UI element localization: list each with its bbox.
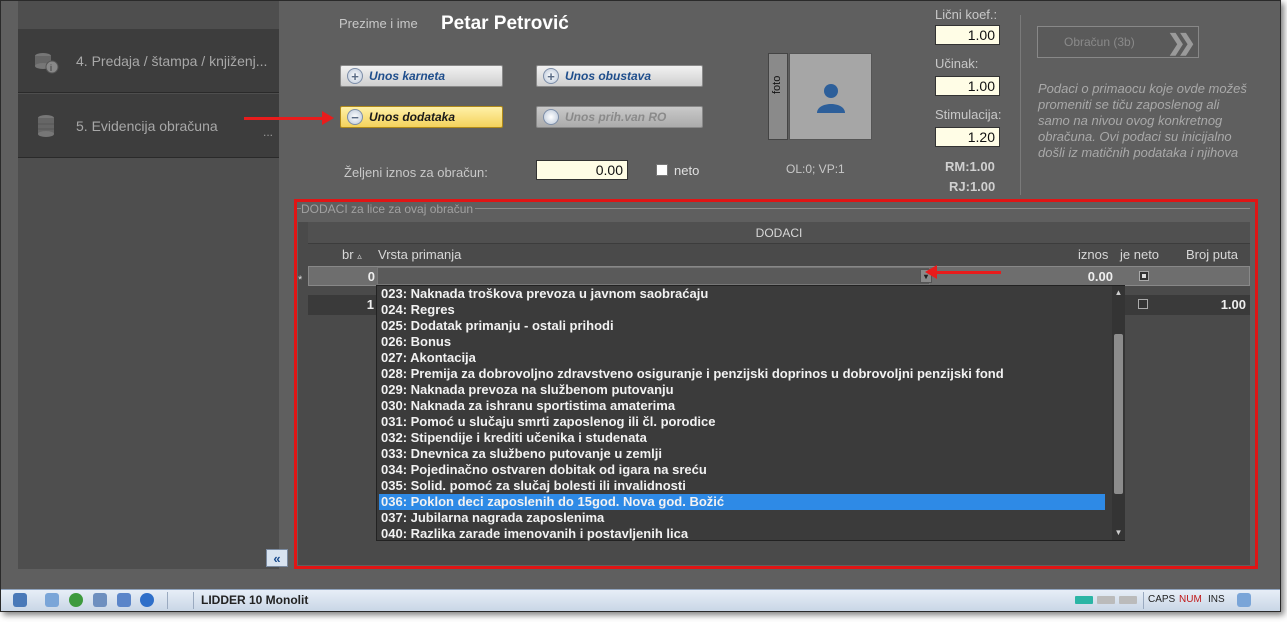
employee-name: Petar Petrović: [441, 13, 569, 34]
plus-icon: +: [543, 68, 559, 84]
double-chevron-right-icon: ❯❯: [1167, 30, 1196, 55]
unos-obustava-button[interactable]: + Unos obustava: [536, 65, 703, 87]
network-icon[interactable]: [13, 593, 27, 607]
num-indicator: NUM: [1179, 594, 1202, 605]
plus-icon: +: [347, 68, 363, 84]
indicator-bar-icon: [1119, 596, 1137, 604]
user-silhouette-icon: [816, 83, 845, 113]
window-icon[interactable]: [45, 593, 59, 607]
check-icon[interactable]: [117, 593, 131, 607]
indicator-bar-icon: [1097, 596, 1115, 604]
ins-indicator: INS: [1208, 594, 1225, 605]
double-chevron-left-icon: «: [273, 550, 281, 566]
ucinak-label: Učinak:: [935, 56, 979, 71]
ucinak-input[interactable]: 1.00: [935, 76, 1000, 96]
keyboard-icon[interactable]: [1237, 593, 1251, 607]
globe-icon[interactable]: [69, 593, 83, 607]
vertical-divider: [1020, 15, 1021, 195]
sidebar-item-more: ...: [262, 125, 273, 139]
neto-checkbox[interactable]: [656, 164, 668, 176]
sidebar-item-predaja[interactable]: i 4. Predaja / štampa / knjiženj...: [18, 29, 279, 93]
minus-icon: −: [347, 109, 363, 125]
neto-label: neto: [674, 163, 700, 178]
circle-icon: [543, 109, 559, 125]
rj-value: RJ:1.00: [949, 179, 996, 194]
coin-stack-icon: [32, 112, 60, 140]
app-name: LIDDER 10 Monolit: [201, 593, 309, 607]
info-note: Podaci o primaocu koje ovde možeš promen…: [1038, 81, 1247, 160]
sidebar-item-evidencija[interactable]: 5. Evidencija obračuna ...: [18, 94, 279, 158]
info-icon[interactable]: [140, 593, 154, 607]
coins-info-icon: i: [32, 47, 60, 75]
ol-vp-info: OL:0; VP:1: [786, 162, 845, 176]
photo-tab[interactable]: foto: [768, 53, 788, 140]
photo-placeholder: [789, 53, 872, 140]
annotation-highlight-box: [294, 199, 1258, 569]
user-icon[interactable]: [93, 593, 107, 607]
licni-koef-label: Lični koef.:: [935, 7, 998, 22]
employee-name-label: Prezime i ime: [339, 16, 418, 31]
app-window: i 4. Predaja / štampa / knjiženj... 5. E…: [0, 0, 1281, 612]
unos-dodataka-button[interactable]: − Unos dodataka: [340, 106, 503, 128]
stimulacija-label: Stimulacija:: [935, 107, 1002, 122]
obracun-button[interactable]: Obračun (3b) ❯❯: [1037, 26, 1199, 58]
amount-label: Željeni iznos za obračun:: [344, 165, 488, 180]
licni-koef-input[interactable]: 1.00: [935, 25, 1000, 45]
indicator-bar-icon: [1075, 596, 1093, 604]
sidebar-item-label: 4. Predaja / štampa / knjiženj...: [76, 52, 268, 69]
amount-input[interactable]: 0.00: [536, 160, 628, 180]
status-bar: LIDDER 10 Monolit CAPS NUM INS: [1, 589, 1280, 611]
annotation-arrow-to-button: [244, 111, 334, 125]
svg-text:i: i: [50, 63, 52, 73]
unos-karneta-button[interactable]: + Unos karneta: [340, 65, 503, 87]
collapse-sidebar-button[interactable]: «: [266, 549, 288, 567]
caps-indicator: CAPS: [1148, 594, 1176, 605]
stimulacija-input[interactable]: 1.20: [935, 127, 1000, 147]
unos-prih-van-ro-button[interactable]: Unos prih.van RO: [536, 106, 703, 128]
rm-value: RM:1.00: [945, 159, 995, 174]
sidebar: i 4. Predaja / štampa / knjiženj... 5. E…: [18, 1, 288, 569]
